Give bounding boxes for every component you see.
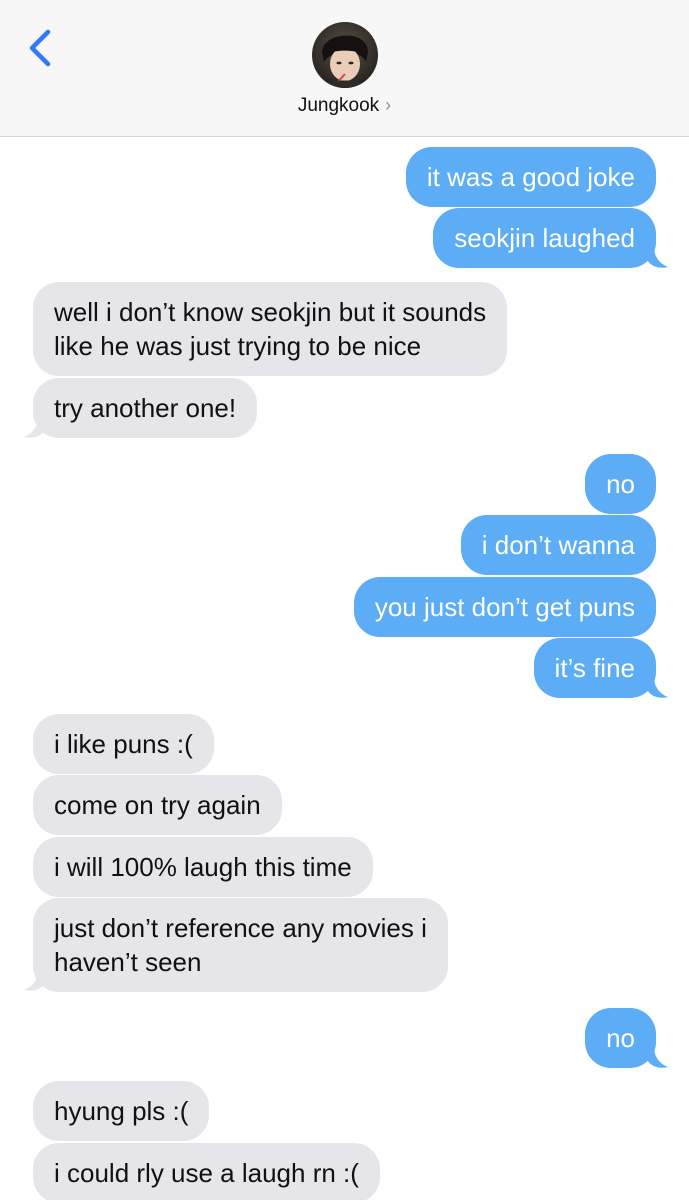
received-message[interactable]: come on try again (33, 775, 282, 835)
sent-message[interactable]: no (585, 1008, 656, 1068)
avatar[interactable] (312, 22, 378, 88)
contact-photo (312, 22, 378, 88)
received-message[interactable]: i could rly use a laugh rn :( (33, 1143, 380, 1200)
received-message[interactable]: i will 100% laugh this time (33, 837, 373, 897)
sent-message[interactable]: i don’t wanna (460, 515, 656, 575)
sent-message[interactable]: it was a good joke (405, 147, 656, 207)
message-text-line: like he was just trying to be nice (54, 331, 422, 361)
sent-message[interactable]: you just don’t get puns (353, 577, 656, 637)
message-text: try another one! (54, 393, 237, 423)
chevron-left-icon[interactable] (22, 26, 62, 70)
sent-message[interactable]: it’s fine (533, 638, 656, 698)
bubble-tail (648, 677, 668, 698)
message-text-line: well i don’t know seokjin but it sounds (54, 297, 487, 327)
message-text: seokjin laughed (454, 223, 635, 253)
received-message[interactable]: i like puns :( (33, 714, 214, 774)
received-message[interactable]: well i don’t know seokjin but it sounds … (33, 282, 508, 376)
bubble-tail (24, 417, 44, 438)
received-message[interactable]: just don’t reference any movies i haven’… (33, 898, 448, 992)
message-text: hyung pls :( (54, 1096, 189, 1126)
contact-name-button[interactable]: Jungkook › (0, 95, 689, 117)
message-text: it’s fine (554, 653, 635, 683)
sent-message[interactable]: seokjin laughed (433, 208, 656, 268)
message-text: i will 100% laugh this time (54, 852, 352, 882)
conversation-header: Jungkook › (0, 0, 689, 137)
message-text: you just don’t get puns (374, 592, 635, 622)
bubble-tail (648, 247, 668, 268)
contact-name: Jungkook (297, 95, 380, 116)
message-text: i don’t wanna (481, 530, 635, 560)
message-text: come on try again (54, 790, 261, 820)
message-text: it was a good joke (426, 162, 635, 192)
message-text-line: just don’t reference any movies i (54, 913, 427, 943)
bubble-tail (648, 1047, 668, 1068)
message-text-line: haven’t seen (54, 947, 202, 977)
sent-message[interactable]: no (585, 454, 656, 514)
message-text: i like puns :( (54, 729, 193, 759)
chevron-right-icon: › (385, 95, 392, 115)
received-message[interactable]: try another one! (33, 378, 258, 438)
message-text: no (606, 469, 635, 499)
received-message[interactable]: hyung pls :( (33, 1081, 210, 1141)
message-text: no (606, 1023, 635, 1053)
message-text: i could rly use a laugh rn :( (54, 1158, 359, 1188)
bubble-tail (24, 970, 44, 991)
